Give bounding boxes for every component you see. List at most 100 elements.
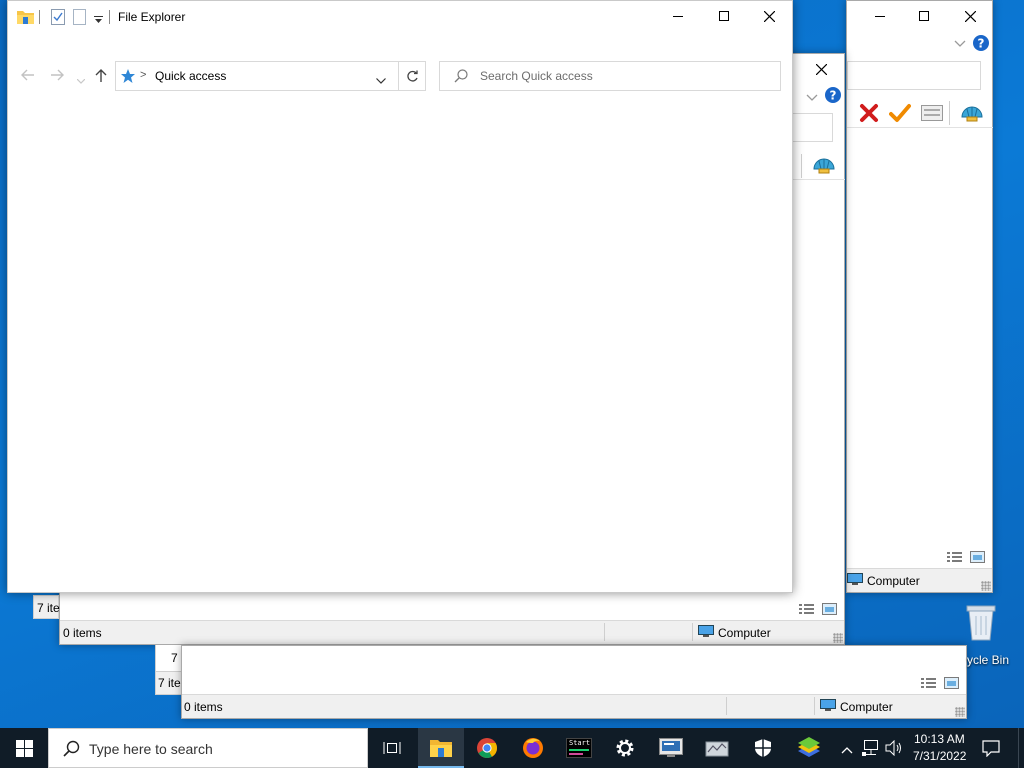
search-icon [63, 740, 80, 760]
windows-logo-icon [15, 739, 33, 757]
terminal-taskbar-button[interactable]: Start [556, 728, 602, 768]
refresh-icon[interactable] [406, 69, 419, 86]
folder-icon [17, 9, 34, 27]
up-arrow-icon[interactable] [95, 69, 107, 86]
gear-icon [616, 739, 634, 757]
status-bar: Computer [847, 568, 992, 592]
resize-grip[interactable] [833, 633, 843, 643]
file-explorer-window: File Explorer > Quick access Search Quic… [7, 0, 793, 593]
monitor-app-icon [659, 738, 683, 757]
partial-item-count: 7 ite [37, 601, 60, 615]
recycle-bin[interactable]: ycle Bin [955, 600, 1024, 670]
close-button[interactable] [947, 1, 993, 31]
chrome-icon [477, 738, 498, 758]
window-title: File Explorer [118, 10, 186, 24]
bluestacks-icon [798, 737, 820, 757]
terminal-icon: Start [566, 738, 592, 758]
network-icon[interactable] [862, 740, 880, 759]
resize-grip[interactable] [955, 707, 965, 717]
address-bar[interactable]: > Quick access [115, 61, 426, 91]
status-bar: 0 items Computer [60, 620, 844, 644]
status-separator [814, 697, 815, 715]
settings-taskbar-button[interactable] [602, 728, 648, 768]
shell-icon[interactable] [812, 153, 836, 180]
check-icon[interactable] [889, 103, 911, 126]
shell-icon[interactable] [960, 101, 984, 128]
computer-icon [820, 699, 836, 712]
minimize-button[interactable] [655, 1, 701, 31]
background-window-back: ? Computer [846, 0, 993, 593]
task-view-button[interactable] [369, 728, 415, 768]
partial-item-count: 7 ite [158, 676, 181, 690]
maximize-button[interactable] [901, 1, 947, 31]
folder-icon [430, 740, 452, 757]
firefox-taskbar-button[interactable] [510, 728, 556, 768]
partial-status-strip: 7 ite [33, 595, 60, 619]
view-icons[interactable] [921, 676, 961, 690]
item-count: 0 items [63, 626, 102, 640]
status-separator [692, 623, 693, 641]
network-tool-taskbar-button[interactable] [694, 728, 740, 768]
back-arrow-icon[interactable] [21, 69, 35, 84]
item-count: 0 items [184, 700, 223, 714]
help-icon[interactable]: ? [825, 87, 841, 106]
monitor-app-taskbar-button[interactable] [648, 728, 694, 768]
terminal-start-label: Start [569, 739, 591, 747]
close-button[interactable] [798, 54, 844, 84]
chevron-down-icon[interactable] [806, 91, 818, 105]
close-button[interactable] [746, 1, 792, 31]
chevron-up-icon[interactable] [841, 743, 853, 757]
taskbar: Type here to search Start 10:13 AM 7/31/… [0, 728, 1024, 768]
svg-text:?: ? [830, 89, 837, 103]
bluestacks-taskbar-button[interactable] [786, 728, 832, 768]
recent-locations-icon[interactable] [76, 73, 86, 87]
clock-date[interactable]: 7/31/2022 [913, 749, 966, 763]
view-icons[interactable] [799, 602, 839, 616]
qat-divider [39, 10, 40, 24]
toolbar-divider [801, 154, 802, 178]
recycle-bin-icon [965, 602, 997, 645]
status-location: Computer [840, 700, 893, 714]
clock-time[interactable]: 10:13 AM [914, 732, 965, 746]
task-view-icon [383, 742, 401, 754]
search-box[interactable]: Search Quick access [439, 61, 781, 91]
help-icon[interactable]: ? [973, 35, 989, 54]
toolbar-bottom-line [847, 127, 993, 128]
properties-icon[interactable] [51, 9, 65, 28]
keyboard-icon[interactable] [921, 105, 943, 124]
recycle-bin-label: ycle Bin [967, 653, 1010, 667]
show-desktop-button[interactable] [1018, 728, 1024, 768]
shield-icon [755, 739, 771, 757]
background-window-front: 0 items Computer [181, 645, 967, 719]
chrome-taskbar-button[interactable] [464, 728, 510, 768]
search-icon [454, 69, 468, 86]
address-divider [398, 62, 399, 90]
resize-grip[interactable] [981, 581, 991, 591]
minimize-button[interactable] [857, 1, 903, 31]
maximize-button[interactable] [701, 1, 747, 31]
status-location: Computer [867, 574, 920, 588]
search-placeholder: Search Quick access [480, 69, 593, 83]
security-taskbar-button[interactable] [740, 728, 786, 768]
address-dropdown-icon[interactable] [376, 73, 386, 87]
status-separator [726, 697, 727, 715]
file-explorer-taskbar-button[interactable] [418, 728, 464, 768]
volume-icon[interactable] [885, 739, 903, 759]
path-field[interactable] [847, 61, 981, 90]
notification-icon[interactable] [982, 740, 1000, 760]
breadcrumb-location[interactable]: Quick access [155, 69, 226, 83]
view-icons[interactable] [947, 550, 987, 564]
status-location: Computer [718, 626, 771, 640]
forward-arrow-icon[interactable] [50, 69, 64, 84]
cancel-x-icon[interactable] [859, 103, 879, 126]
taskbar-search-box[interactable]: Type here to search [48, 728, 368, 768]
status-bar: 0 items Computer [182, 694, 966, 718]
computer-icon [847, 573, 863, 586]
content-area[interactable] [8, 97, 792, 592]
computer-icon [698, 625, 714, 638]
chevron-down-icon[interactable] [954, 37, 966, 51]
qat-dropdown-icon[interactable] [94, 13, 103, 27]
firefox-icon [523, 738, 543, 758]
start-button[interactable] [0, 728, 48, 768]
new-folder-icon[interactable] [73, 9, 86, 28]
